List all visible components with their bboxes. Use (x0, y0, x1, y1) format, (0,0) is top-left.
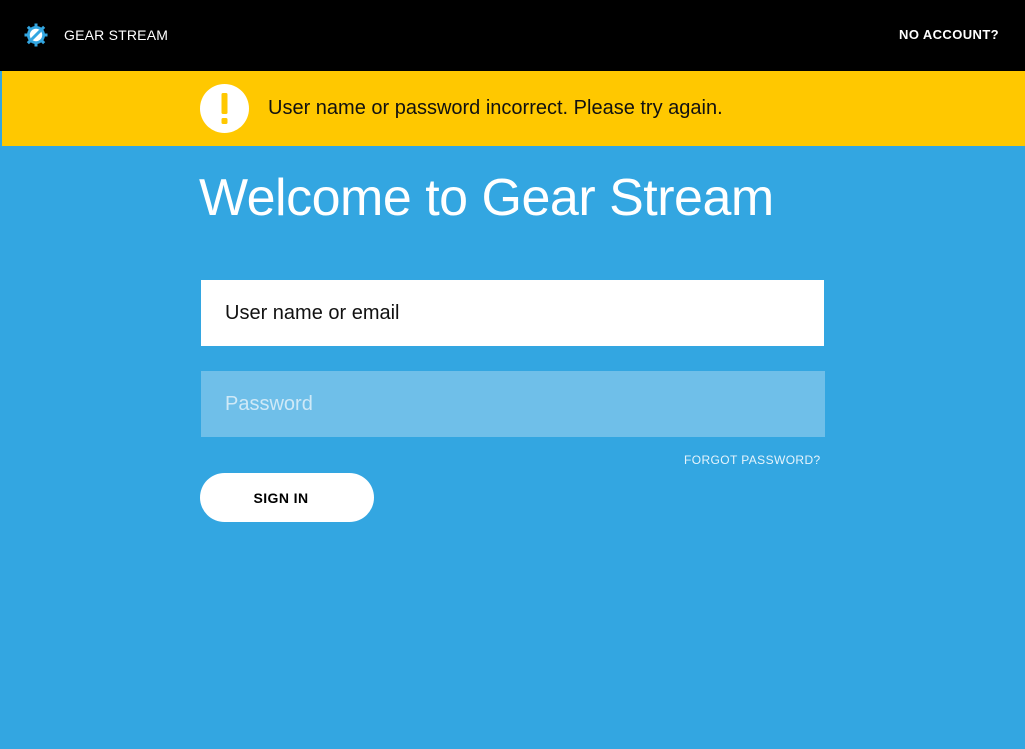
no-account-link[interactable]: NO ACCOUNT? (899, 27, 999, 42)
brand[interactable]: GEAR STREAM (24, 23, 168, 47)
forgot-password-link[interactable]: FORGOT PASSWORD? (684, 453, 821, 467)
error-alert-banner: User name or password incorrect. Please … (2, 71, 1025, 146)
sign-in-button[interactable]: SIGN IN (200, 473, 374, 522)
gear-icon (24, 23, 48, 47)
page-title: Welcome to Gear Stream (199, 169, 774, 227)
exclamation-icon (200, 84, 249, 133)
username-input[interactable] (201, 280, 824, 346)
brand-label: GEAR STREAM (64, 27, 169, 43)
password-input[interactable] (201, 371, 825, 437)
sign-in-label: SIGN IN (253, 489, 309, 506)
top-nav-bar: GEAR STREAM NO ACCOUNT? (0, 0, 1025, 71)
alert-message: User name or password incorrect. Please … (268, 97, 723, 119)
